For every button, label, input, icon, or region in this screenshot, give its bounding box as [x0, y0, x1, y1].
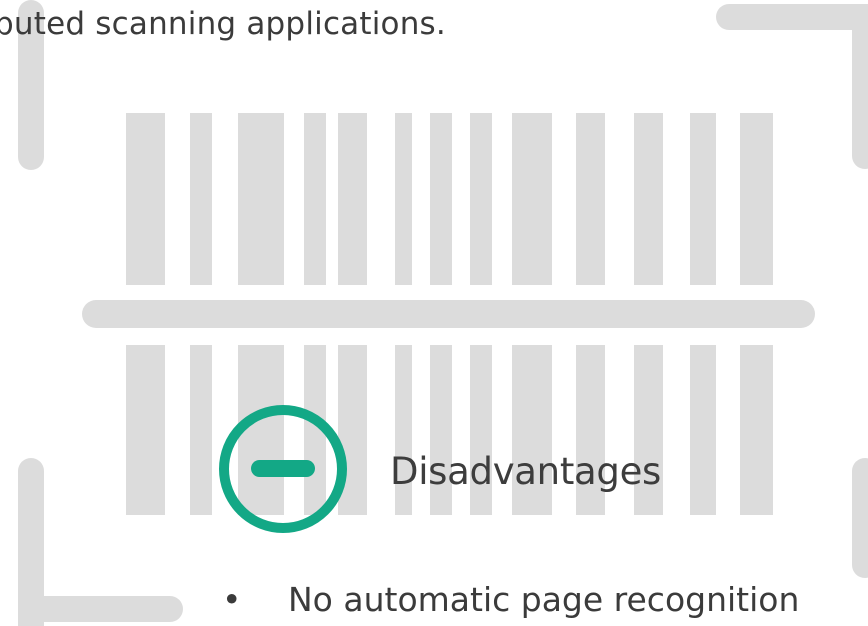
minus-circle-icon	[219, 405, 347, 533]
scan-frame-corner-top-right	[716, 4, 868, 169]
scan-frame-corner-bottom-right	[852, 458, 868, 578]
intro-text: buted scanning applications.	[0, 6, 446, 42]
bullet-text: No automatic page recognition	[288, 580, 800, 619]
list-item: • No automatic page recognition	[222, 578, 799, 622]
scan-line	[82, 300, 815, 328]
bullet-marker: •	[222, 580, 242, 619]
barcode-scan-icon	[18, 0, 868, 626]
section-title: Disadvantages	[390, 450, 662, 493]
